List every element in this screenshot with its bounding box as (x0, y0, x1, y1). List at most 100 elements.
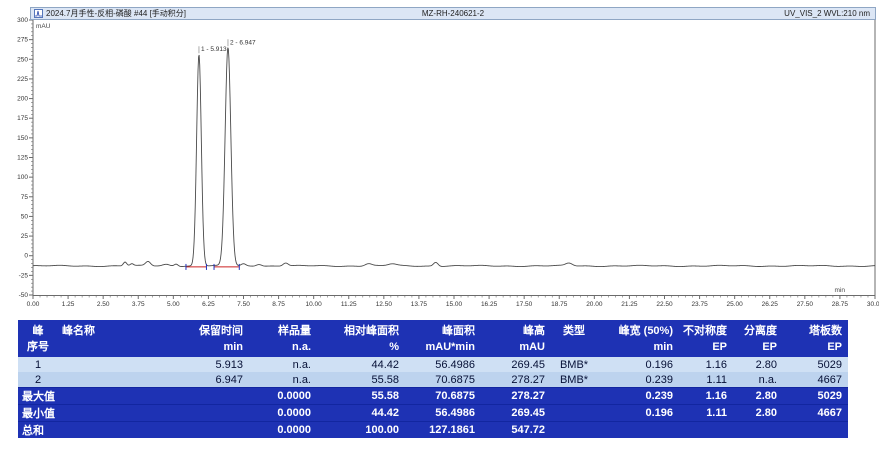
x-tick-label: 30.00 (867, 301, 879, 308)
table-cell: n.a. (249, 359, 317, 371)
table-cell: 278.27 (481, 374, 551, 386)
table-cell: 4667 (783, 374, 848, 386)
table-cell: 55.58 (317, 374, 405, 386)
chromatogram-panel: 3002752502252001751501251007550250-25-50… (0, 0, 879, 316)
y-tick-label: -25 (19, 272, 29, 279)
summary-row: 最小值0.000044.4256.4986269.450.1961.112.80… (18, 404, 848, 421)
column-header: 不对称度EP (679, 320, 733, 357)
table-cell: n.a. (733, 374, 783, 386)
y-tick-label: 225 (17, 76, 28, 83)
x-tick-label: 16.25 (481, 301, 498, 308)
chromatogram-trace (33, 48, 875, 267)
x-tick-label: 27.50 (797, 301, 814, 308)
column-header: 类型 (551, 320, 597, 357)
table-cell: BMB* (551, 374, 597, 386)
y-tick-label: 150 (17, 135, 28, 142)
x-axis-unit: min (835, 287, 846, 294)
summary-cell: 2.80 (733, 407, 783, 419)
chromatogram-plot[interactable]: 3002752502252001751501251007550250-25-50… (0, 0, 879, 316)
column-header: 样品量n.a. (249, 320, 317, 357)
summary-cell: 55.58 (317, 390, 405, 402)
table-cell: 5.913 (173, 359, 249, 371)
x-tick-label: 1.25 (62, 301, 75, 308)
y-tick-label: 125 (17, 155, 28, 162)
summary-label: 总和 (18, 422, 173, 438)
table-cell: 2 (18, 374, 58, 386)
y-tick-label: 50 (21, 213, 29, 220)
table-cell: 70.6875 (405, 374, 481, 386)
summary-label: 最小值 (18, 405, 173, 421)
table-row[interactable]: 26.947n.a.55.5870.6875278.27BMB*0.2391.1… (18, 372, 848, 387)
summary-row: 最大值 0.000055.5870.6875278.27 0.2391.162.80… (18, 387, 848, 404)
chart-title-group: 2024.7月手性-反相-磷酸 #44 [手动积分] (31, 8, 186, 19)
summary-cell: 269.45 (481, 407, 551, 419)
summary-cell: 100.00 (317, 424, 405, 436)
summary-cell: 0.239 (597, 390, 679, 402)
detector-channel: UV_VIS_2 WVL:210 nm (784, 9, 875, 18)
x-tick-label: 15.00 (446, 301, 463, 308)
summary-cell: 0.0000 (249, 390, 317, 402)
table-row[interactable]: 15.913n.a.44.4256.4986269.45BMB*0.1961.1… (18, 357, 848, 372)
column-header: 峰宽 (50%)min (597, 320, 679, 357)
x-tick-label: 2.50 (97, 301, 110, 308)
x-tick-label: 25.00 (727, 301, 744, 308)
peak-label: 1 - 5.913 (201, 46, 227, 53)
x-tick-label: 20.00 (586, 301, 603, 308)
y-tick-label: 75 (21, 194, 29, 201)
x-tick-label: 12.50 (376, 301, 393, 308)
x-tick-label: 22.50 (656, 301, 673, 308)
x-tick-label: 7.50 (237, 301, 250, 308)
table-cell: 0.196 (597, 359, 679, 371)
table-cell: n.a. (249, 374, 317, 386)
table-cell: 0.239 (597, 374, 679, 386)
summary-cell: 44.42 (317, 407, 405, 419)
summary-cell: 1.16 (679, 390, 733, 402)
summary-cell: 4667 (783, 407, 848, 419)
column-header: 分离度EP (733, 320, 783, 357)
x-tick-label: 23.75 (691, 301, 708, 308)
chart-titlebar: 2024.7月手性-反相-磷酸 #44 [手动积分] MZ-RH-240621-… (30, 7, 876, 20)
y-tick-label: 25 (21, 233, 29, 240)
y-tick-label: 175 (17, 115, 28, 122)
x-tick-label: 6.25 (202, 301, 215, 308)
x-tick-label: 21.25 (621, 301, 638, 308)
chart-title: 2024.7月手性-反相-磷酸 #44 [手动积分] (46, 8, 186, 19)
summary-row: 总和0.0000100.00127.1861547.72 (18, 421, 848, 438)
table-cell: 56.4986 (405, 359, 481, 371)
x-tick-label: 8.75 (272, 301, 285, 308)
x-tick-label: 5.00 (167, 301, 180, 308)
y-tick-label: 0 (24, 253, 28, 260)
column-header: 相对峰面积% (317, 320, 405, 357)
table-cell: 6.947 (173, 374, 249, 386)
column-header: 峰高mAU (481, 320, 551, 357)
summary-label: 最大值 (18, 388, 173, 404)
x-tick-label: 0.00 (27, 301, 40, 308)
summary-cell: 70.6875 (405, 390, 481, 402)
x-tick-label: 28.75 (832, 301, 849, 308)
summary-cell: 5029 (783, 390, 848, 402)
x-tick-label: 26.25 (762, 301, 779, 308)
column-header: 塔板数EP (783, 320, 848, 357)
x-tick-label: 11.25 (341, 301, 357, 308)
y-axis-unit: mAU (36, 23, 51, 30)
column-header: 峰面积mAU*min (405, 320, 481, 357)
summary-cell: 1.11 (679, 407, 733, 419)
table-cell: BMB* (551, 359, 597, 371)
y-tick-label: -50 (19, 292, 29, 299)
table-cell: 269.45 (481, 359, 551, 371)
summary-cell: 2.80 (733, 390, 783, 402)
chromatogram-icon (34, 9, 43, 18)
summary-cell: 0.0000 (249, 424, 317, 436)
summary-cell: 0.196 (597, 407, 679, 419)
summary-cell: 278.27 (481, 390, 551, 402)
peak-label: 2 - 6.947 (230, 39, 256, 46)
table-header-row: 峰序号峰名称保留时间min样品量n.a.相对峰面积%峰面积mAU*min峰高mA… (18, 320, 848, 357)
table-cell: 44.42 (317, 359, 405, 371)
summary-cell: 127.1861 (405, 424, 481, 436)
summary-cell: 0.0000 (249, 407, 317, 419)
x-tick-label: 17.50 (516, 301, 533, 308)
x-tick-label: 13.75 (411, 301, 428, 308)
table-cell: 1 (18, 359, 58, 371)
table-cell: 1.11 (679, 374, 733, 386)
y-tick-label: 300 (17, 17, 28, 24)
